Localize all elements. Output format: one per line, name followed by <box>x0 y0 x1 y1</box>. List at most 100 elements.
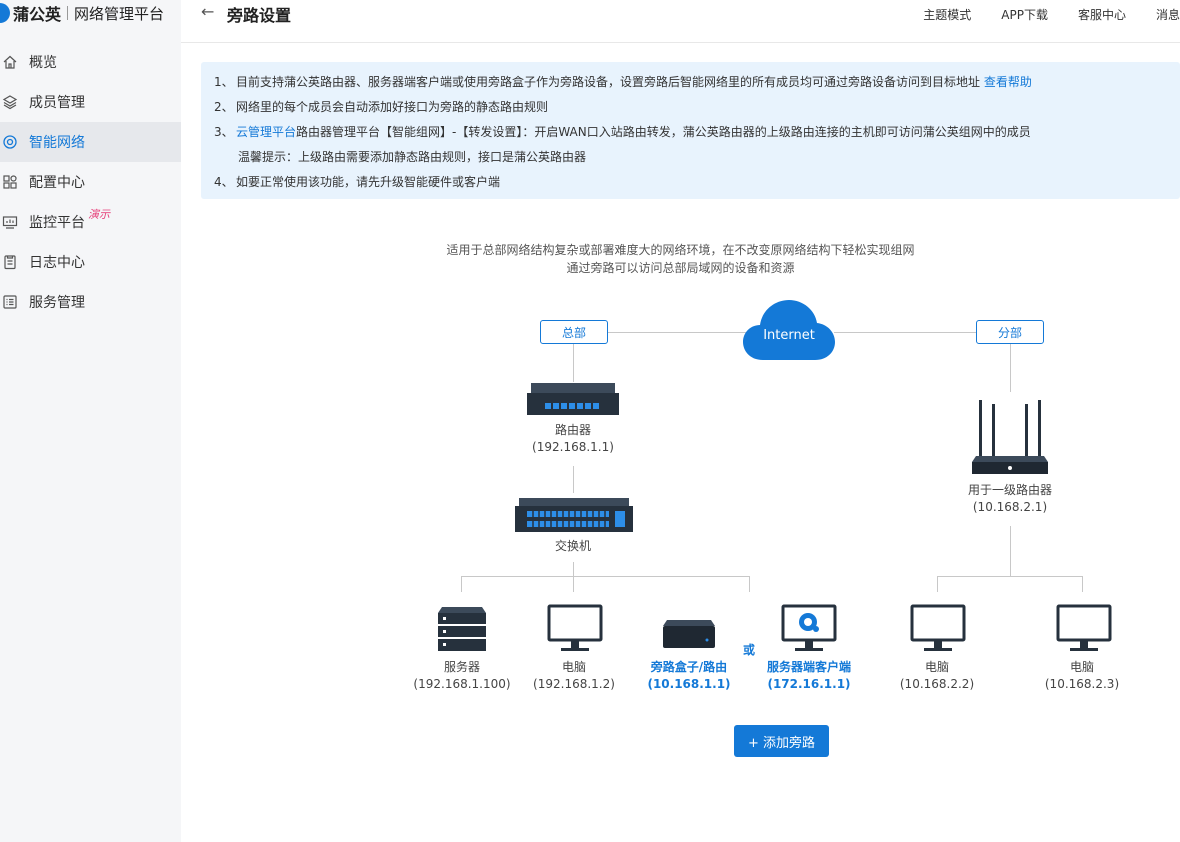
connector-line <box>573 466 574 493</box>
server-client-name: 服务器端客户端 <box>766 660 851 674</box>
connector-line <box>937 576 938 592</box>
router-label: 路由器 (192.168.1.1) <box>523 422 623 456</box>
tip-1: 1、 目前支持蒲公英路由器、服务器端客户端或使用旁路盒子作为旁路设备，设置旁路后智… <box>214 73 1032 90</box>
tip-4: 4、 如要正常使用该功能，请先升级智能硬件或客户端 <box>214 173 500 190</box>
connector-line <box>573 562 574 576</box>
server-label: 服务器 (192.168.1.100) <box>412 659 512 693</box>
sidebar-item-monitor[interactable]: 监控平台 演示 <box>0 202 181 242</box>
sidebar-item-label: 概览 <box>29 55 57 71</box>
wireless-router-icon <box>972 400 1048 480</box>
tip-text: 网络里的每个成员会自动添加好接口为旁路的静态路由规则 <box>236 100 549 114</box>
bypass-box-name: 旁路盒子/路由 <box>650 660 728 674</box>
pc1-name: 电脑 <box>561 660 586 674</box>
connector-line <box>1082 576 1083 592</box>
branch-router-name: 用于一级路由器 <box>967 483 1052 497</box>
tip-text: 如要正常使用该功能，请先升级智能硬件或客户端 <box>236 175 501 189</box>
branch-router-label: 用于一级路由器 (10.168.2.1) <box>960 482 1060 516</box>
tip-text: 目前支持蒲公英路由器、服务器端客户端或使用旁路盒子作为旁路设备，设置旁路后智能网… <box>236 75 981 89</box>
sidebar-item-config-center[interactable]: 配置中心 <box>0 162 181 202</box>
brand-name: 蒲公英 <box>13 5 62 24</box>
pc3-name: 电脑 <box>1069 660 1094 674</box>
sidebar-item-smart-network[interactable]: 智能网络 <box>0 122 181 162</box>
connector-line <box>1010 344 1011 392</box>
app-download-link[interactable]: APP下载 <box>1001 6 1048 23</box>
server-name: 服务器 <box>443 660 480 674</box>
messages-link[interactable]: 消息 <box>1156 6 1180 23</box>
page-title: 旁路设置 <box>227 6 292 25</box>
tip-number: 1、 <box>214 75 234 89</box>
network-icon <box>2 134 18 150</box>
document-icon <box>2 254 18 270</box>
sidebar-item-label: 日志中心 <box>29 255 85 271</box>
topology-diagram: 适用于总部网络结构复杂或部署难度大的网络环境，在不改变原网络结构下轻松实现组网 … <box>181 200 1180 842</box>
connector-line <box>1010 526 1011 576</box>
tips-panel: 1、 目前支持蒲公英路由器、服务器端客户端或使用旁路盒子作为旁路设备，设置旁路后智… <box>201 62 1180 199</box>
router-icon <box>527 383 619 419</box>
computer-icon <box>1056 604 1112 656</box>
connector-line <box>573 344 574 382</box>
connector-line <box>834 332 977 333</box>
brand-divider <box>67 6 69 20</box>
tip-2: 2、 网络里的每个成员会自动添加好接口为旁路的静态路由规则 <box>214 98 548 115</box>
home-icon <box>2 54 18 70</box>
tip-text: 路由器管理平台【智能组网】-【转发设置】：开启WAN口入站路由转发，蒲公英路由器… <box>296 125 1031 139</box>
connector-line <box>573 576 574 592</box>
or-label: 或 <box>743 643 756 657</box>
sidebar-item-label: 成员管理 <box>29 95 85 111</box>
tip-number: 3、 <box>214 125 234 139</box>
pc3-ip: (10.168.2.3) <box>1044 677 1120 691</box>
pc3-label: 电脑 (10.168.2.3) <box>1032 659 1132 693</box>
logo-icon <box>0 3 10 23</box>
sidebar-item-service[interactable]: 服务管理 <box>0 282 181 322</box>
connector-line <box>461 576 462 592</box>
sidebar-item-members[interactable]: 成员管理 <box>0 82 181 122</box>
pc2-label: 电脑 (10.168.2.2) <box>887 659 987 693</box>
sidebar-item-log-center[interactable]: 日志中心 <box>0 242 181 282</box>
cloud-label: Internet <box>763 328 815 343</box>
server-ip: (192.168.1.100) <box>413 677 511 691</box>
brand[interactable]: 蒲公英 网络管理平台 <box>0 0 164 26</box>
diagram-description-2: 通过旁路可以访问总部局域网的设备和资源 <box>566 261 795 275</box>
router-name: 路由器 <box>554 423 591 437</box>
bypass-box-icon <box>663 620 715 652</box>
back-arrow-icon[interactable]: ← <box>201 2 214 21</box>
add-bypass-button[interactable]: + 添加旁路 <box>734 725 829 757</box>
tip-3: 3、 云管理平台路由器管理平台【智能组网】-【转发设置】：开启WAN口入站路由转发… <box>214 123 1031 140</box>
server-client-icon <box>781 604 837 656</box>
theme-mode-link[interactable]: 主题模式 <box>923 6 971 23</box>
header-links: 主题模式 APP下载 客服中心 消息 <box>923 6 1180 23</box>
router-ip: (192.168.1.1) <box>532 440 614 454</box>
pc1-ip: (192.168.1.2) <box>533 677 615 691</box>
sidebar-item-label: 配置中心 <box>29 175 85 191</box>
connector-line <box>749 576 750 592</box>
computer-icon <box>910 604 966 656</box>
pc2-ip: (10.168.2.2) <box>899 677 975 691</box>
list-icon <box>2 294 18 310</box>
pc2-name: 电脑 <box>924 660 949 674</box>
tip-3-hint: 温馨提示：上级路由需要添加静态路由规则，接口是蒲公英路由器 <box>238 150 587 164</box>
internet-cloud: Internet <box>743 298 835 362</box>
sidebar-item-label: 监控平台 <box>29 215 85 231</box>
sidebar-item-label: 服务管理 <box>29 295 85 311</box>
server-client-label: 服务器端客户端 (172.16.1.1) <box>759 659 859 693</box>
branch-tag: 分部 <box>976 320 1044 344</box>
sidebar-nav: 概览 成员管理 智能网络 配置中心 监控平台 演示 日志中心 服务管理 <box>0 42 181 322</box>
bypass-box-ip: (10.168.1.1) <box>647 677 731 691</box>
sidebar-item-label: 智能网络 <box>29 135 85 151</box>
sidebar: 蒲公英 网络管理平台 概览 成员管理 智能网络 配置中心 监控平台 演示 日志中… <box>0 0 181 842</box>
view-help-link[interactable]: 查看帮助 <box>984 75 1032 89</box>
diagram-description: 适用于总部网络结构复杂或部署难度大的网络环境，在不改变原网络结构下轻松实现组网 <box>446 243 915 257</box>
header: ← 旁路设置 主题模式 APP下载 客服中心 消息 <box>181 0 1180 43</box>
connector-line <box>461 576 750 577</box>
switch-icon <box>515 498 633 536</box>
customer-service-link[interactable]: 客服中心 <box>1078 6 1126 23</box>
grid-icon <box>2 174 18 190</box>
connector-line <box>937 576 1083 577</box>
tip-number: 4、 <box>214 175 234 189</box>
branch-router-ip: (10.168.2.1) <box>972 500 1048 514</box>
cloud-platform-link[interactable]: 云管理平台 <box>236 125 296 139</box>
tip-number: 2、 <box>214 100 234 114</box>
bypass-box-label: 旁路盒子/路由 (10.168.1.1) <box>639 659 739 693</box>
hq-tag: 总部 <box>540 320 608 344</box>
sidebar-item-overview[interactable]: 概览 <box>0 42 181 82</box>
